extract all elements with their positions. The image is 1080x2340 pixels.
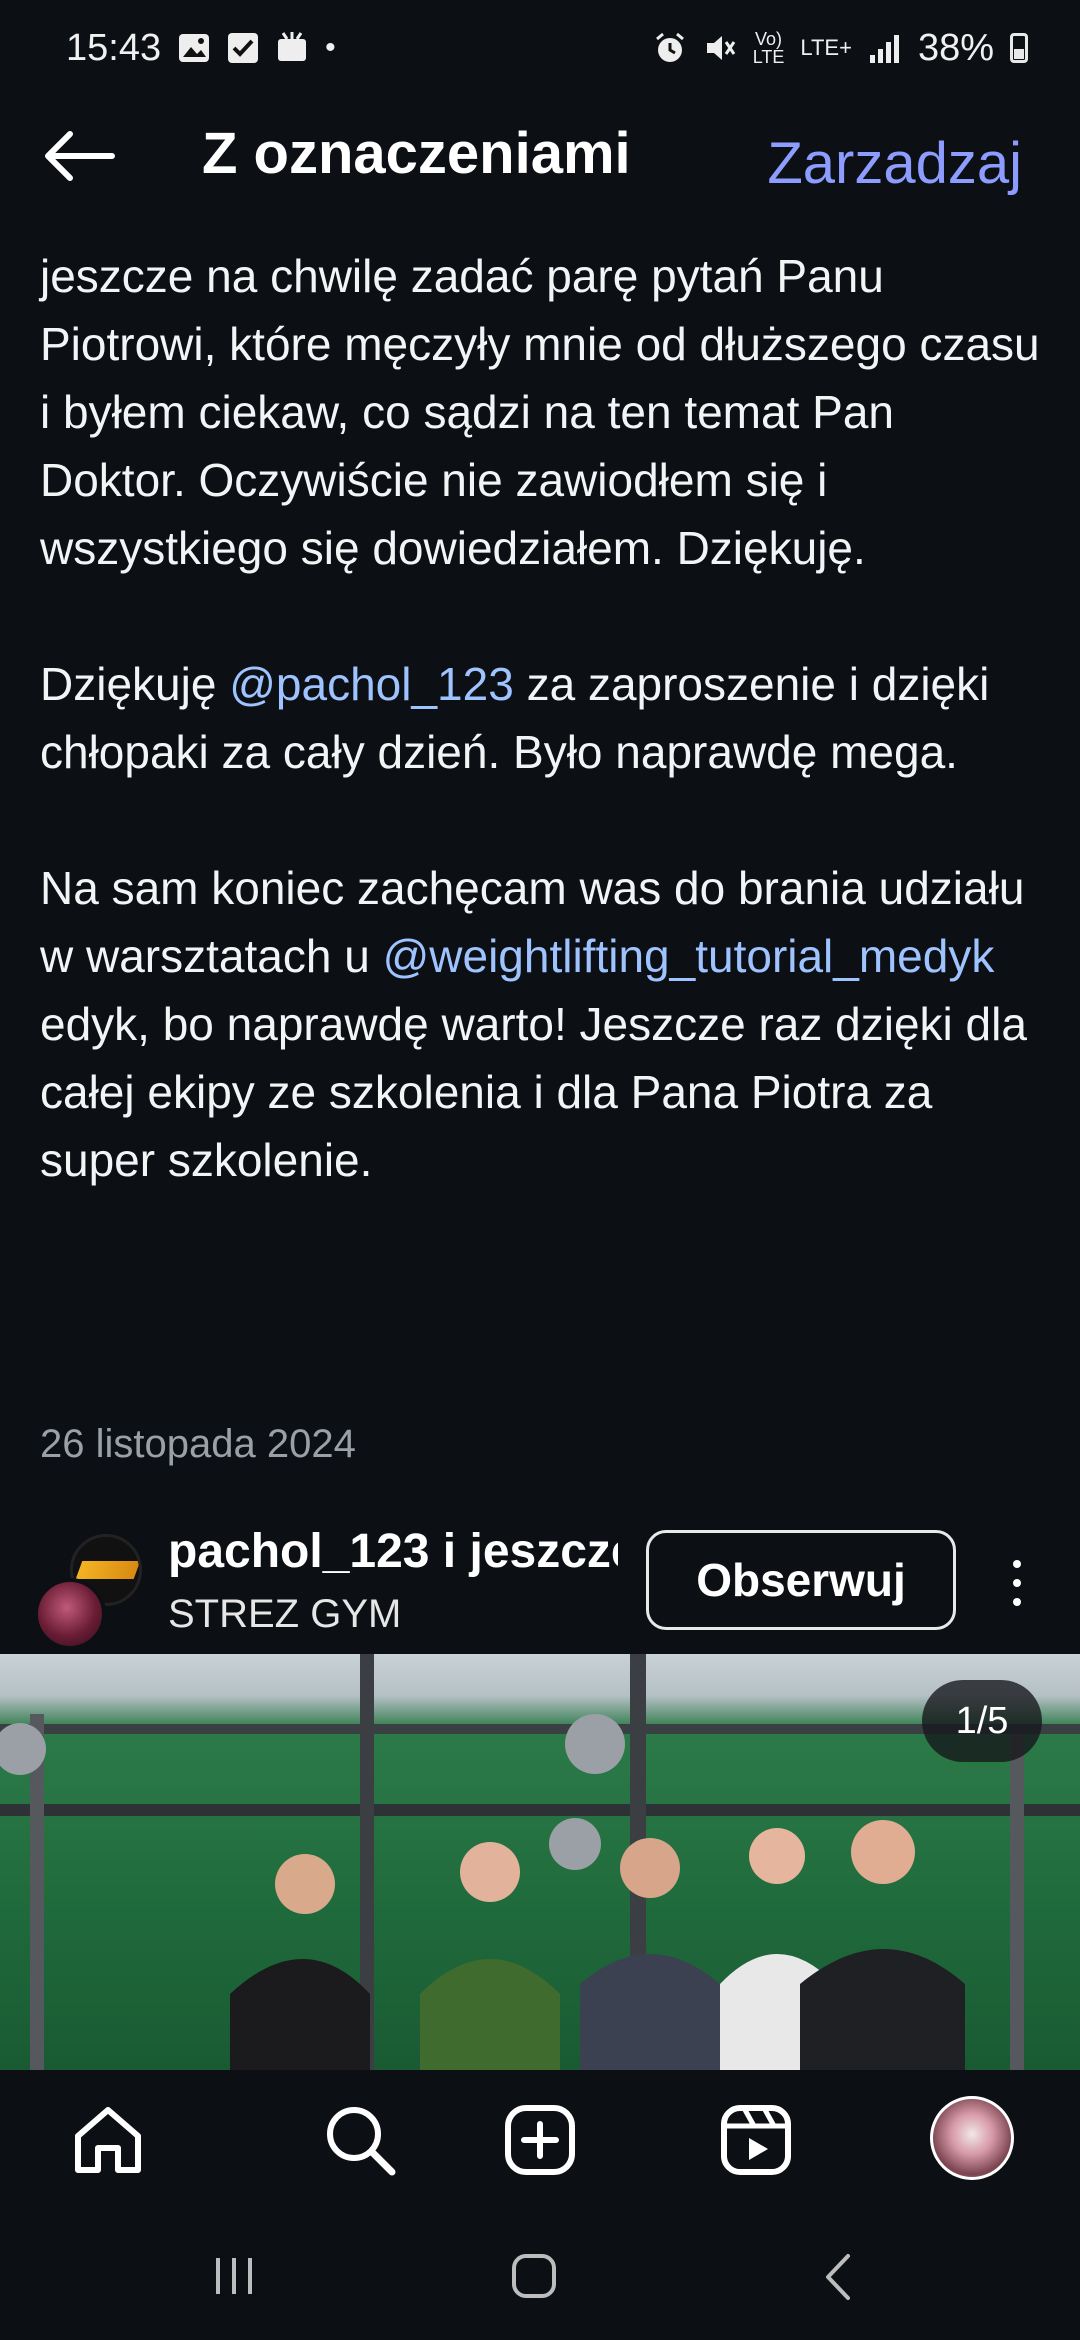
bottom-navigation bbox=[0, 2070, 1080, 2210]
network-type: LTE+ bbox=[800, 35, 852, 60]
page-title: Z oznaczeniami bbox=[202, 121, 631, 186]
caption-text: Dziękuję bbox=[40, 658, 230, 710]
home-icon[interactable] bbox=[68, 2100, 148, 2180]
post-location[interactable]: STREZ GYM bbox=[168, 1592, 401, 1637]
system-navigation-bar bbox=[0, 2210, 1080, 2340]
mute-icon bbox=[706, 36, 735, 60]
alarm-icon bbox=[655, 32, 684, 62]
follow-button[interactable]: Obserwuj bbox=[646, 1530, 956, 1630]
post-photo[interactable]: 1/5 bbox=[0, 1654, 1080, 2070]
recents-icon[interactable] bbox=[212, 2256, 256, 2296]
post-date: 26 listopada 2024 bbox=[40, 1422, 356, 1466]
mention-link[interactable]: @weightlifting_tutorial_medyk bbox=[383, 930, 995, 982]
system-back-icon[interactable] bbox=[818, 2252, 858, 2302]
top-app-bar: Z oznaczeniami Zarzadzaj bbox=[0, 96, 1080, 216]
manage-button[interactable]: Zarzadzaj bbox=[767, 130, 1022, 197]
photo-counter: 1/5 bbox=[922, 1680, 1042, 1762]
post-header: pachol_123 i jeszcze... STREZ GYM Obserw… bbox=[0, 1520, 1080, 1650]
status-left: 15:43 • bbox=[66, 27, 336, 70]
status-bar: 15:43 • Vo) LTE LTE+ 38% bbox=[0, 0, 1080, 96]
system-home-icon[interactable] bbox=[510, 2252, 558, 2300]
photo-illustration bbox=[0, 1654, 1080, 2070]
avatar bbox=[34, 1578, 106, 1650]
signal-icon bbox=[869, 35, 899, 63]
battery-icon bbox=[1010, 33, 1028, 63]
back-arrow-icon[interactable] bbox=[40, 126, 120, 186]
caption-paragraph-3: Na sam koniec zachęcam was do brania udz… bbox=[40, 854, 1050, 1194]
post-username[interactable]: pachol_123 i jeszcze... bbox=[168, 1524, 618, 1579]
create-icon[interactable] bbox=[500, 2100, 580, 2180]
battery-percent: 38% bbox=[917, 26, 994, 69]
post-caption: jeszcze na chwilę zadać parę pytań Panu … bbox=[40, 242, 1050, 1194]
mention-link[interactable]: @pachol_123 bbox=[229, 658, 514, 710]
profile-avatar[interactable] bbox=[930, 2096, 1014, 2180]
status-right: Vo) LTE LTE+ 38% bbox=[653, 27, 1028, 70]
caption-paragraph-1: jeszcze na chwilę zadać parę pytań Panu … bbox=[40, 250, 1040, 574]
app-notification-icon bbox=[278, 32, 307, 61]
dot-icon: • bbox=[325, 31, 336, 64]
caption-text: edyk, bo naprawdę warto! Jeszcze raz dzi… bbox=[40, 998, 1027, 1186]
check-icon bbox=[228, 33, 259, 63]
avatar-stack[interactable] bbox=[34, 1534, 144, 1650]
search-icon[interactable] bbox=[320, 2100, 400, 2180]
status-time: 15:43 bbox=[66, 26, 162, 69]
caption-paragraph-2: Dziękuję @pachol_123 za zaproszenie i dz… bbox=[40, 650, 1050, 786]
volte-icon: Vo) LTE bbox=[752, 29, 785, 67]
gallery-icon bbox=[179, 34, 210, 62]
more-options-icon[interactable] bbox=[1002, 1556, 1032, 1616]
reels-icon[interactable] bbox=[716, 2100, 796, 2180]
